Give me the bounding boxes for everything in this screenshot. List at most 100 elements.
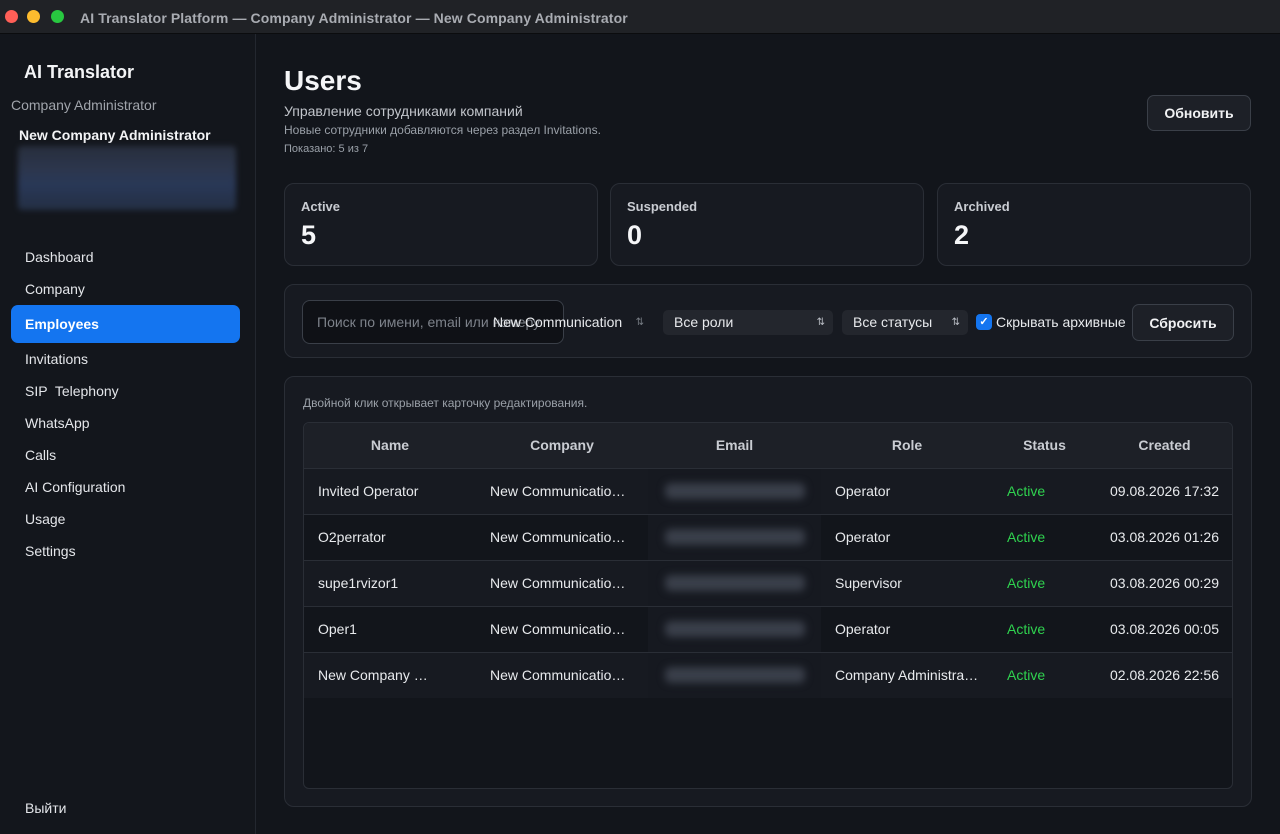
sidebar-item-invitations[interactable]: Invitations <box>11 343 240 375</box>
page-subtitle: Управление сотрудниками компаний <box>284 103 523 119</box>
role-select[interactable]: Все роли ⇅ <box>663 310 833 335</box>
app-name: AI Translator <box>24 62 135 82</box>
shown-count: Показано: 5 из 7 <box>284 143 369 155</box>
cell-created: 03.08.2026 00:05 <box>1110 621 1219 637</box>
stat-card-suspended: Suspended 0 <box>610 183 924 266</box>
zoom-window-button[interactable] <box>51 10 64 23</box>
status-select[interactable]: Все статусы ⇅ <box>842 310 968 335</box>
column-header-email[interactable]: Email <box>648 423 821 468</box>
table-header-row: Name Company Email Role Status Created <box>304 423 1232 468</box>
status-select-value: Все статусы <box>853 314 933 330</box>
user-name: New Company Administrator <box>19 127 211 143</box>
cell-email-redacted <box>648 606 821 652</box>
chevron-updown-icon: ⇅ <box>816 317 825 328</box>
users-table-container[interactable]: Name Company Email Role Status Created I… <box>303 422 1233 789</box>
column-header-company[interactable]: Company <box>476 423 648 468</box>
cell-email-redacted <box>648 652 821 698</box>
sidebar: AI Translator Company Administrator New … <box>0 34 256 834</box>
stat-value: 0 <box>627 220 643 250</box>
cell-created: 03.08.2026 00:29 <box>1110 575 1219 591</box>
stat-label: Archived <box>954 199 1010 214</box>
company-select[interactable]: New Communication ⇅ <box>483 310 652 335</box>
hide-archived-checkbox[interactable]: ✓ <box>976 314 992 330</box>
sidebar-item-employees[interactable]: Employees <box>11 305 240 343</box>
cell-status: Active <box>1007 575 1046 591</box>
sidebar-item-sip-telephony[interactable]: SIP Telephony <box>11 375 240 407</box>
reset-button[interactable]: Сбросить <box>1132 304 1234 341</box>
minimize-window-button[interactable] <box>27 10 40 23</box>
users-table: Name Company Email Role Status Created I… <box>304 423 1232 698</box>
column-header-created[interactable]: Created <box>1096 423 1232 468</box>
table-row[interactable]: supe1rvizor1 New Communicatio… Superviso… <box>304 560 1232 606</box>
cell-name: Invited Operator <box>318 483 419 499</box>
company-select-value: New Communication <box>493 314 623 330</box>
sidebar-item-company[interactable]: Company <box>11 273 240 305</box>
table-row[interactable]: New Company … New Communicatio… Company … <box>304 652 1232 698</box>
close-window-button[interactable] <box>5 10 18 23</box>
sidebar-item-usage[interactable]: Usage <box>11 503 240 535</box>
window-titlebar: AI Translator Platform — Company Adminis… <box>0 0 1280 34</box>
column-header-name[interactable]: Name <box>304 423 476 468</box>
chevron-updown-icon: ⇅ <box>635 317 644 328</box>
refresh-button[interactable]: Обновить <box>1147 95 1251 131</box>
cell-status: Active <box>1007 621 1046 637</box>
cell-email-redacted <box>648 560 821 606</box>
redacted-email <box>664 529 805 545</box>
redacted-email <box>664 667 805 684</box>
role-select-value: Все роли <box>674 314 734 330</box>
window-title: AI Translator Platform — Company Adminis… <box>80 10 628 26</box>
column-header-role[interactable]: Role <box>821 423 993 468</box>
redacted-email <box>664 621 805 637</box>
table-hint: Двойной клик открывает карточку редактир… <box>303 396 588 410</box>
column-header-status[interactable]: Status <box>993 423 1096 468</box>
cell-email-redacted <box>648 468 821 514</box>
sidebar-item-dashboard[interactable]: Dashboard <box>11 241 240 273</box>
cell-name: supe1rvizor1 <box>318 575 399 591</box>
sidebar-nav: Dashboard Company Employees Invitations … <box>11 241 240 567</box>
cell-company: New Communicatio… <box>490 529 626 545</box>
sidebar-item-ai-configuration[interactable]: AI Configuration <box>11 471 240 503</box>
filters-panel: New Communication ⇅ Все роли ⇅ Все стату… <box>284 284 1252 358</box>
chevron-updown-icon: ⇅ <box>951 317 960 328</box>
cell-name: O2perrator <box>318 529 386 545</box>
cell-name: New Company … <box>318 667 428 684</box>
cell-created: 02.08.2026 22:56 <box>1110 667 1219 684</box>
main-content: Users Управление сотрудниками компаний Н… <box>257 34 1280 834</box>
cell-role: Operator <box>835 621 891 637</box>
cell-created: 09.08.2026 17:32 <box>1110 483 1219 499</box>
cell-company: New Communicatio… <box>490 483 626 499</box>
hide-archived-label[interactable]: Скрывать архивные <box>996 314 1126 330</box>
redacted-email <box>664 483 805 499</box>
cell-role: Operator <box>835 483 891 499</box>
sidebar-item-settings[interactable]: Settings <box>11 535 240 567</box>
stat-label: Active <box>301 199 341 214</box>
cell-role: Company Administrator <box>835 667 981 684</box>
cell-status: Active <box>1007 667 1046 684</box>
redacted-email <box>664 575 805 591</box>
invitations-hint: Новые сотрудники добавляются через разде… <box>284 123 601 137</box>
cell-name: Oper1 <box>318 621 357 637</box>
stat-card-archived: Archived 2 <box>937 183 1251 266</box>
stat-label: Suspended <box>627 199 698 214</box>
sidebar-item-whatsapp[interactable]: WhatsApp <box>11 407 240 439</box>
cell-status: Active <box>1007 483 1046 499</box>
table-row[interactable]: Invited Operator New Communicatio… Opera… <box>304 468 1232 514</box>
stat-card-active: Active 5 <box>284 183 598 266</box>
stat-value: 5 <box>301 220 317 250</box>
cell-email-redacted <box>648 514 821 560</box>
cell-role: Supervisor <box>835 575 902 591</box>
cell-company: New Communicatio… <box>490 667 626 684</box>
cell-status: Active <box>1007 529 1046 545</box>
user-email-redacted <box>18 146 236 210</box>
sidebar-item-calls[interactable]: Calls <box>11 439 240 471</box>
users-table-panel: Двойной клик открывает карточку редактир… <box>284 376 1252 807</box>
stat-value: 2 <box>954 220 970 250</box>
cell-role: Operator <box>835 529 891 545</box>
table-row[interactable]: O2perrator New Communicatio… Operator Ac… <box>304 514 1232 560</box>
cell-created: 03.08.2026 01:26 <box>1110 529 1219 545</box>
logout-link[interactable]: Выйти <box>25 800 66 816</box>
cell-company: New Communicatio… <box>490 575 626 591</box>
user-role: Company Administrator <box>11 97 157 113</box>
table-row[interactable]: Oper1 New Communicatio… Operator Active … <box>304 606 1232 652</box>
page-title: Users <box>284 65 362 96</box>
